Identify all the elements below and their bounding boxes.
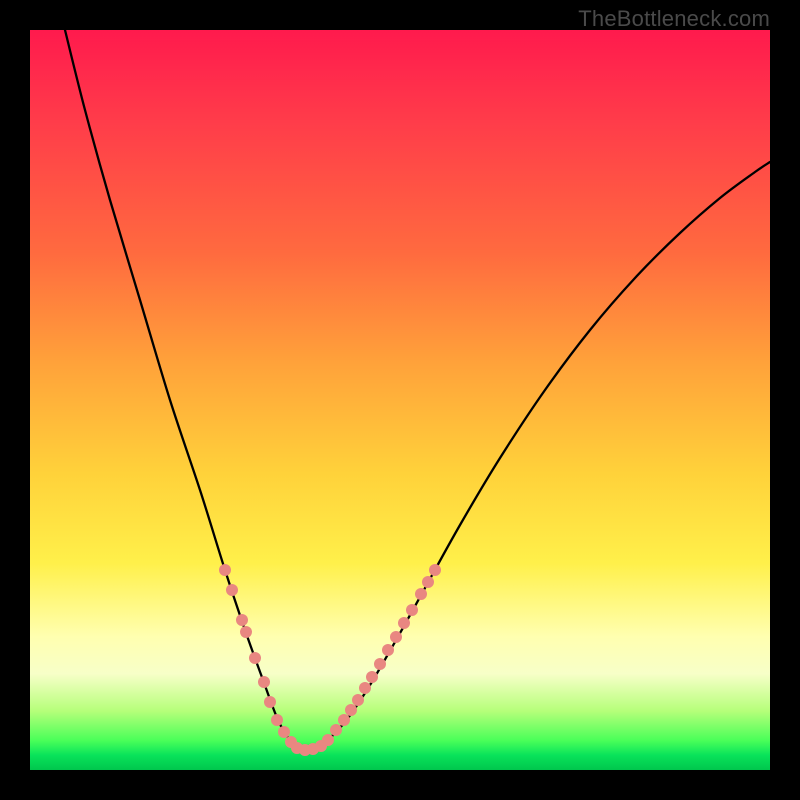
scatter-dot [415,588,427,600]
scatter-dot [219,564,231,576]
chart-svg [30,30,770,770]
scatter-dot [345,704,357,716]
scatter-dot [390,631,402,643]
plot-area [30,30,770,770]
scatter-dots [219,564,441,756]
watermark-text: TheBottleneck.com [578,6,770,32]
scatter-dot [258,676,270,688]
scatter-dot [366,671,378,683]
scatter-dot [422,576,434,588]
scatter-dot [249,652,261,664]
scatter-dot [338,714,350,726]
scatter-dot [406,604,418,616]
scatter-dot [271,714,283,726]
scatter-dot [236,614,248,626]
scatter-dot [382,644,394,656]
scatter-dot [359,682,371,694]
scatter-dot [226,584,238,596]
scatter-dot [429,564,441,576]
scatter-dot [330,724,342,736]
scatter-dot [352,694,364,706]
scatter-dot [278,726,290,738]
scatter-dot [240,626,252,638]
scatter-dot [322,734,334,746]
bottleneck-curve [65,30,770,751]
chart-frame: TheBottleneck.com [0,0,800,800]
scatter-dot [398,617,410,629]
scatter-dot [374,658,386,670]
scatter-dot [264,696,276,708]
